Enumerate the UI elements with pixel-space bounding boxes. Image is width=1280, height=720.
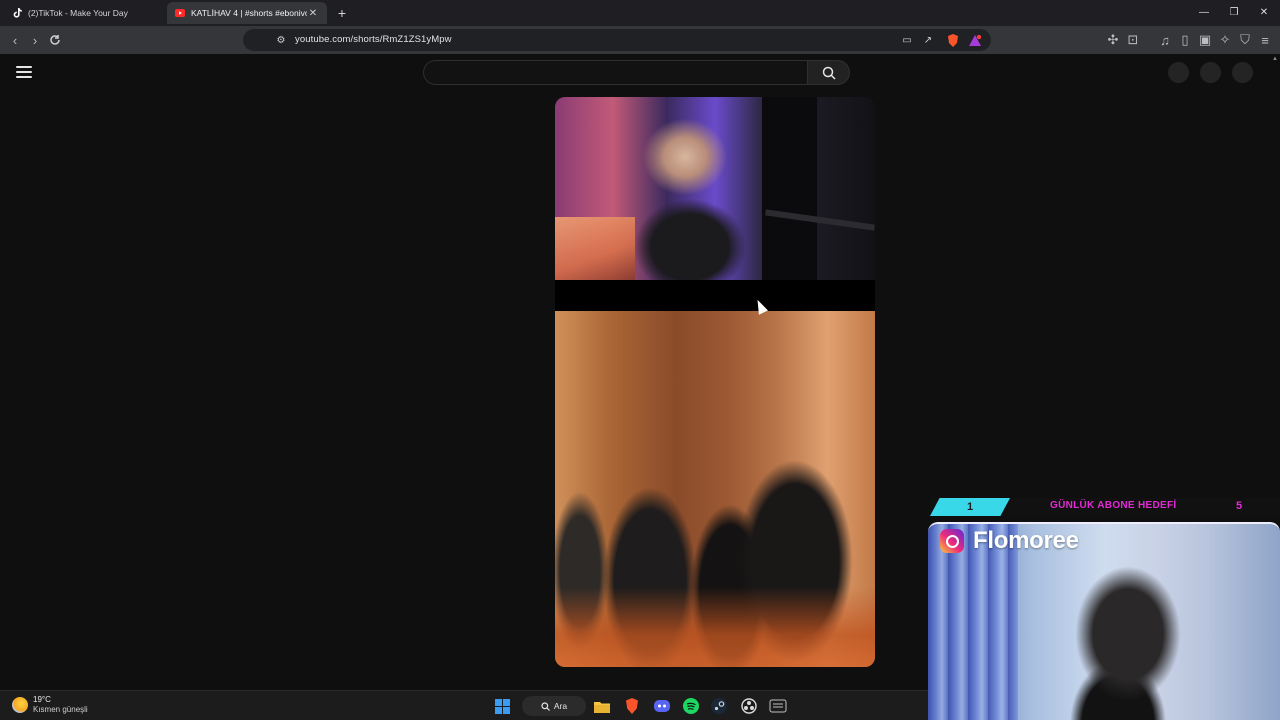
weather-desc: Kısmen güneşli [33,705,88,714]
search-icon [541,701,550,711]
discord-icon[interactable] [652,696,672,716]
instagram-handle-overlay: Flomoree [940,526,1079,556]
goal-label: GÜNLÜK ABONE HEDEFİ [1050,500,1177,511]
search-button[interactable] [807,60,850,85]
brave-shields-icon[interactable] [945,32,961,48]
video-top-frame [555,97,875,280]
minimize-icon[interactable]: — [1189,0,1219,26]
taskbar-search-button[interactable]: Ara [522,696,586,716]
extensions-icon[interactable]: ✣ [1104,31,1122,49]
steam-icon[interactable] [709,696,729,716]
youtube-icon [175,8,185,18]
leo-ai-icon[interactable]: ✧ [1216,31,1234,49]
windows-taskbar: 19°C Kısmen güneşli Ara [0,690,928,720]
search-input[interactable] [423,60,808,85]
new-tab-icon[interactable]: + [334,4,350,22]
start-button[interactable] [492,696,512,716]
tiktok-icon [12,8,22,18]
brave-browser-icon[interactable] [622,696,642,716]
browser-toolbar: ‹ › ⚙ youtube.com/shorts/RmZ1ZS1yMpw ▭ ↗… [0,26,1280,54]
forward-icon[interactable]: › [26,31,44,49]
tab-tiktok[interactable]: (2)TikTok - Make Your Day [4,2,164,24]
notifications-placeholder[interactable] [1200,62,1221,83]
sidebar-icon[interactable]: ▯ [1176,31,1194,49]
windows-icon [494,698,510,714]
browser-tab-strip: (2)TikTok - Make Your Day KATLİHAV 4 | #… [0,0,1280,26]
tab-search-icon[interactable]: ⊡ [1124,31,1142,49]
obs-icon[interactable] [739,696,759,716]
brave-rewards-icon[interactable] [967,32,983,48]
screen: (2)TikTok - Make Your Day KATLİHAV 4 | #… [0,0,1280,720]
search-icon [822,66,836,80]
back-icon[interactable]: ‹ [6,31,24,49]
wallet-icon[interactable]: ▣ [1196,31,1214,49]
avatar-placeholder[interactable] [1232,62,1253,83]
subscriber-goal-bar: 1 GÜNLÜK ABONE HEDEFİ 5 [930,498,1280,516]
share-icon[interactable]: ↗ [920,32,936,48]
reload-icon[interactable] [46,31,64,49]
menu-icon[interactable]: ≡ [1256,31,1274,49]
scrollbar-up-icon[interactable]: ▲ [1272,56,1278,62]
address-bar[interactable]: ⚙ youtube.com/shorts/RmZ1ZS1yMpw ▭ ↗ [243,29,991,51]
goal-current: 1 [930,498,1010,516]
taskbar-search-label: Ara [553,701,568,711]
tab-title: (2)TikTok - Make Your Day [28,8,128,18]
weather-temp: 19°C [33,695,51,704]
close-window-icon[interactable]: ✕ [1249,0,1279,26]
goal-target: 5 [1236,500,1243,512]
partly-sunny-icon [12,697,28,713]
create-button-placeholder[interactable] [1168,62,1189,83]
url-text: youtube.com/shorts/RmZ1ZS1yMpw [295,34,452,45]
site-settings-icon[interactable]: ⚙ [273,32,289,48]
restore-icon[interactable]: ❐ [1219,0,1249,26]
spotify-icon[interactable] [681,696,701,716]
weather-widget[interactable]: 19°C Kısmen güneşli [12,695,88,715]
shorts-video-player[interactable] [555,97,875,667]
video-letterbox [555,280,875,311]
close-tab-icon[interactable]: ✕ [307,8,319,19]
vpn-icon[interactable]: ⛉ [1236,31,1254,49]
video-bottom-frame [555,311,875,667]
tab-title: KATLİHAV 4 | #shorts #ebonivon [191,8,307,18]
file-explorer-icon[interactable] [592,696,612,716]
instagram-icon [940,529,964,553]
instagram-handle: Flomoree [973,527,1079,554]
cast-icon[interactable]: ▭ [899,32,915,48]
media-icon[interactable]: ♫ [1156,31,1174,49]
hamburger-menu-icon[interactable] [16,66,32,80]
tab-youtube-short[interactable]: KATLİHAV 4 | #shorts #ebonivon ✕ [167,2,327,24]
app-icon[interactable] [768,696,788,716]
